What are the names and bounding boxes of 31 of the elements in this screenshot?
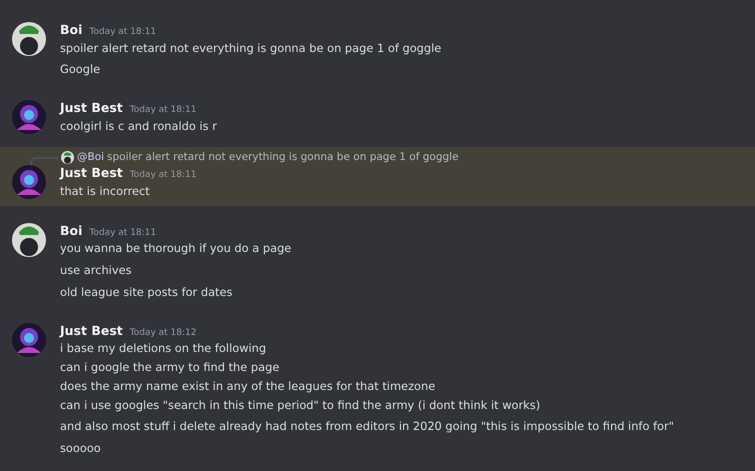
username[interactable]: Just Best [60,100,123,116]
message-text: coolgirl is c and ronaldo is r [60,118,218,135]
avatar-icon[interactable] [12,100,46,134]
message-text: old league site posts for dates [60,284,234,301]
timestamp: Today at 18:11 [89,228,156,238]
reply-mention[interactable]: @Boi [77,151,104,164]
timestamp: Today at 18:11 [130,105,196,116]
message-text: spoiler alert retard not everything is gonna be on page 1 of goggle [60,40,442,56]
username[interactable]: Just Best [60,322,123,338]
username[interactable]: Just Best [60,165,123,180]
username[interactable]: Boi [60,22,82,37]
message-text: that is incorrect [60,182,151,200]
message-text: use archives [60,262,133,280]
timestamp: Today at 18:11 [89,27,156,37]
timestamp: Today at 18:11 [130,170,196,180]
message-text: can i use googles "search in this time period" to find the army (i dont think it works) [60,396,542,414]
message-text: i base my deletions on the following [60,340,268,358]
reply-preview[interactable]: spoiler alert retard not everything is gonna be on page 1 of goggle [107,151,459,164]
message-text: does the army name exist in any of the leagues for that timezone [60,378,436,395]
message-text: sooooo [60,440,102,457]
message-text: Google [60,61,102,78]
avatar-icon[interactable] [12,165,46,200]
avatar-icon[interactable] [12,322,46,357]
avatar-icon[interactable] [61,150,74,164]
avatar-icon[interactable] [12,222,46,257]
message-text: you wanna be thorough if you do a page [60,240,292,258]
message-text: can i google the army to find the page [60,359,280,376]
avatar-icon[interactable] [12,22,46,56]
username[interactable]: Boi [60,222,82,238]
timestamp: Today at 18:12 [130,328,196,338]
message-text: and also most stuff i delete already had notes from editors in 2020 going "this is impossible to find info for" [60,418,675,436]
